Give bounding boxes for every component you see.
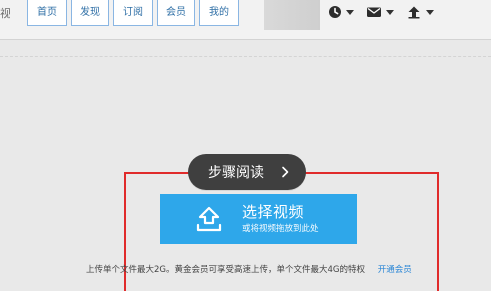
nav-home[interactable]: 首页	[27, 0, 67, 26]
chevron-down-icon	[346, 9, 354, 15]
mail-icon	[367, 7, 381, 17]
upload-subtitle: 或将视频拖放到此处	[242, 224, 319, 234]
tooltip-label: 步骤阅读	[208, 165, 264, 181]
chevron-right-icon	[282, 166, 289, 178]
activate-membership-link[interactable]: 开通会员	[378, 265, 412, 275]
section-divider	[0, 56, 491, 57]
upload-info: 上传单个文件最大2G。黄金会员可享受高速上传，单个文件最大4G的特权 开通会员	[86, 263, 446, 277]
nav-mine[interactable]: 我的	[199, 0, 239, 26]
avatar[interactable]	[264, 0, 320, 30]
upload-icon	[186, 196, 232, 242]
step-reading-tooltip[interactable]: 步骤阅读	[188, 154, 306, 190]
select-video-button[interactable]: 选择视频 或将视频拖放到此处	[160, 194, 357, 244]
nav-membership[interactable]: 会员	[157, 0, 195, 26]
brand-fragment: 视	[0, 7, 10, 20]
nav-subscribe[interactable]: 订阅	[113, 0, 153, 26]
messages-menu[interactable]	[366, 5, 394, 19]
chevron-down-icon	[386, 9, 394, 15]
upload-menu[interactable]	[406, 5, 434, 19]
top-nav: 首页 发现 订阅 会员 我的	[27, 0, 243, 26]
nav-discover[interactable]: 发现	[71, 0, 109, 26]
upload-arrow-icon	[408, 6, 420, 19]
top-actions	[328, 4, 434, 20]
upload-info-text: 上传单个文件最大2G。黄金会员可享受高速上传，单个文件最大4G的特权	[86, 265, 365, 275]
history-menu[interactable]	[328, 5, 354, 19]
chevron-down-icon	[426, 9, 434, 15]
upload-text: 选择视频 或将视频拖放到此处	[242, 203, 319, 235]
top-bar: 视 首页 发现 订阅 会员 我的	[0, 0, 491, 40]
upload-title: 选择视频	[242, 203, 305, 221]
clock-icon	[329, 6, 341, 18]
